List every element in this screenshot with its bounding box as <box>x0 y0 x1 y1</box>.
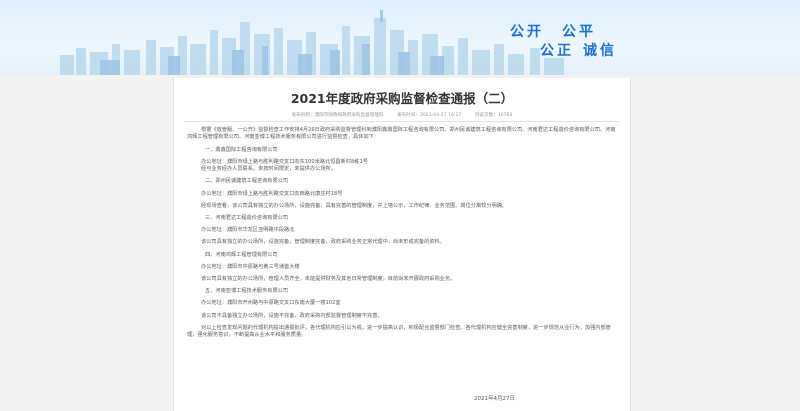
section-line: 办公地址：濮阳市中原路与黄三号通首大楼 <box>201 263 300 270</box>
section-heading: 五、河南亚博工程技术服务有限公司 <box>205 288 289 295</box>
intro-paragraph: 根据《放管服、一公开》监督检查工作安排4月26日政府采购监督管理科到濮阳鑫鼎国际… <box>187 127 616 141</box>
section-line: 办公地址：濮阳市华龙区亚明路中段路北 <box>201 227 295 234</box>
meta-source: 发布机构：濮阳市财政局政府采购监督管理科 <box>291 113 384 118</box>
slogan-text: 诚信 <box>583 43 617 59</box>
article-title: 2021年度政府采购监督检查通报（二） <box>290 91 514 106</box>
section-line: 该公司具有独立的办公场所，设施完备，管理制度完备，政府采购业务正常代理中，尚未形… <box>201 239 445 246</box>
section-heading: 四、河南鸿辉工程管理有限公司 <box>205 251 278 258</box>
article-date: 2021年4月27日 <box>474 396 515 402</box>
title-divider <box>184 121 620 122</box>
meta-views: 浏览次数：10763 <box>474 113 513 118</box>
section-line: 办公地址：濮阳市开州路与中原路交叉口东南大厦一楼102室 <box>201 300 341 307</box>
slogan-text: 公开 <box>510 24 544 40</box>
section-line: 该公司具有独立的办公场所，管理人员齐全，未能提供财务及其他日常管理制度，目前尚未… <box>201 276 456 283</box>
section-line: 经现场查看，该公司具有独立的办公场所，设施完备，具有完善的管理制度，并上墙公示，… <box>201 202 508 209</box>
section-heading: 二、郑州民诚建筑工程咨询有限公司 <box>205 178 289 185</box>
header-banner: 公开 公平 公正 诚信 <box>0 0 800 75</box>
closing-paragraph: 对以上检查发现问题的代理机构提出通报批评，各代理机构应引以为戒，进一步提高认识，… <box>187 324 611 339</box>
city-skyline-image <box>60 10 564 75</box>
article-body: 根据《放管服、一公开》监督检查工作安排4月26日政府采购监督管理科到濮阳鑫鼎国际… <box>187 127 617 340</box>
section-heading: 三、河南君达工程造价咨询有限公司 <box>205 215 289 222</box>
article-meta: 发布机构：濮阳市财政局政府采购监督管理科 发布时间：2021-04-27 16:… <box>174 112 630 118</box>
section-line: 该公司不具备独立办公场所，设施不完备，政府采购内部监督管理制度不完善。 <box>201 312 383 319</box>
section-line: 办公地址：濮阳市绿上路与胜利路交叉口向西路北康庄村18号 <box>201 190 343 197</box>
section-heading: 一、鼎鑫国际工程咨询有限公司 <box>205 146 278 153</box>
meta-date: 发布时间：2021-04-27 16:17 <box>396 113 462 118</box>
slogan-text: 公平 <box>562 24 596 40</box>
section-line: 经与业务经办人员联系，未按时间限定，未提供办公场所。 <box>201 166 336 173</box>
slogan-text: 公正 <box>540 43 574 59</box>
article-panel: 2021年度政府采购监督检查通报（二） 发布机构：濮阳市财政局政府采购监督管理科… <box>173 78 631 411</box>
